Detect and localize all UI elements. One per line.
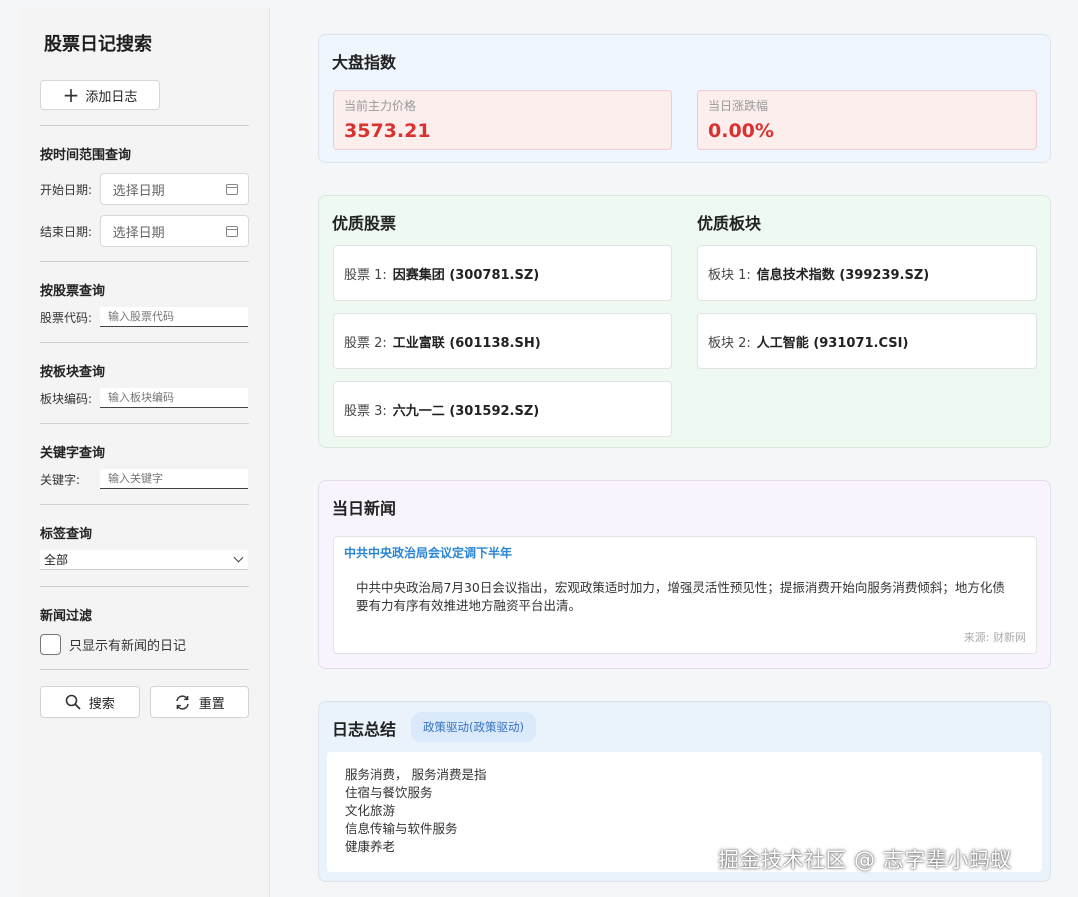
add-journal-button[interactable]: + 添加日志: [40, 80, 160, 110]
sector-item-name: 信息技术指数 (399239.SZ): [756, 267, 930, 283]
news-body: 中共中央政治局7月30日会议指出，宏观政策适时加力，增强灵活性预见性；提振消费开…: [356, 580, 1005, 613]
divider: [40, 669, 249, 670]
start-date-placeholder: 选择日期: [112, 183, 165, 199]
stock-code-input[interactable]: [100, 307, 248, 327]
divider: [40, 342, 249, 343]
summary-line: 住宿与餐饮服务: [345, 785, 433, 800]
tag-select[interactable]: 全部: [40, 550, 248, 570]
quality-stocks-title: 优质股票: [332, 214, 397, 233]
reset-button-label: 重置: [198, 696, 225, 712]
stock-item[interactable]: 股票 2: 工业富联 (601138.SH): [333, 313, 672, 369]
stock-item-name: 因赛集团 (300781.SZ): [392, 267, 540, 283]
tag-section-title: 标签查询: [40, 527, 93, 542]
stock-code-label: 股票代码:: [40, 310, 93, 325]
quality-card: 优质股票 优质板块 股票 1: 因赛集团 (300781.SZ) 股票 2: 工…: [318, 195, 1051, 448]
change-label: 当日涨跌幅: [708, 99, 769, 113]
market-index-title: 大盘指数: [332, 53, 397, 72]
keyword-section-title: 关键字查询: [40, 446, 106, 461]
sidebar: 股票日记搜索 + 添加日志 按时间范围查询 开始日期: 选择日期 结束日期: 选…: [20, 8, 270, 897]
search-button[interactable]: 搜索: [40, 686, 140, 718]
reset-button[interactable]: 重置: [149, 686, 249, 718]
end-date-picker[interactable]: 选择日期: [99, 215, 249, 247]
search-icon: [65, 694, 81, 710]
end-date-placeholder: 选择日期: [112, 225, 165, 241]
stock-item-name: 工业富联 (601138.SH): [392, 335, 541, 351]
summary-tag-badge: 政策驱动(政策驱动): [411, 712, 536, 742]
sector-code-label: 板块编码:: [40, 391, 93, 406]
sector-item-prefix: 板块 1:: [708, 267, 751, 283]
stock-section-title: 按股票查询: [40, 284, 106, 299]
sector-item-name: 人工智能 (931071.CSI): [756, 335, 909, 351]
keyword-label: 关键字:: [40, 472, 81, 487]
market-index-card: 大盘指数 当前主力价格 3573.21 当日涨跌幅 0.00%: [318, 34, 1051, 163]
start-date-picker[interactable]: 选择日期: [99, 173, 249, 205]
stock-item-prefix: 股票 1:: [344, 267, 387, 283]
stock-item-prefix: 股票 3:: [344, 403, 387, 419]
stock-item[interactable]: 股票 1: 因赛集团 (300781.SZ): [333, 245, 672, 301]
stock-code-row: 股票代码:: [40, 307, 249, 327]
start-date-row: 开始日期: 选择日期: [40, 173, 249, 205]
summary-line: 文化旅游: [345, 803, 396, 818]
action-buttons-row: 搜索 重置: [40, 686, 249, 718]
stock-item-prefix: 股票 2:: [344, 335, 387, 351]
news-headline-link[interactable]: 中共中央政治局会议定调下半年: [344, 544, 512, 561]
time-range-section-title: 按时间范围查询: [40, 148, 132, 163]
quality-sectors-title: 优质板块: [697, 214, 762, 233]
stock-item-name: 六九一二 (301592.SZ): [392, 403, 540, 419]
sector-item[interactable]: 板块 2: 人工智能 (931071.CSI): [697, 313, 1037, 369]
sector-code-input[interactable]: [100, 388, 248, 408]
end-date-row: 结束日期: 选择日期: [40, 215, 249, 247]
keyword-input[interactable]: [100, 469, 248, 489]
news-only-label: 只显示有新闻的日记: [69, 639, 187, 654]
divider: [40, 423, 249, 424]
search-button-label: 搜索: [88, 696, 115, 712]
news-filter-section-title: 新闻过滤: [40, 609, 93, 624]
news-only-checkbox[interactable]: [40, 634, 61, 655]
sector-code-row: 板块编码:: [40, 388, 249, 408]
price-value: 3573.21: [344, 120, 431, 142]
news-filter-row[interactable]: 只显示有新闻的日记: [40, 634, 249, 655]
news-item: 中共中央政治局会议定调下半年 中共中央政治局7月30日会议指出，宏观政策适时加力…: [333, 536, 1037, 654]
refresh-icon: [175, 694, 189, 710]
summary-title: 日志总结: [332, 720, 397, 739]
divider: [40, 586, 249, 587]
calendar-icon: [226, 183, 238, 195]
keyword-row: 关键字:: [40, 469, 249, 489]
summary-line: 服务消费， 服务消费是指: [345, 767, 487, 782]
sector-item-prefix: 板块 2:: [708, 335, 751, 351]
divider: [40, 261, 249, 262]
news-card: 当日新闻 中共中央政治局会议定调下半年 中共中央政治局7月30日会议指出，宏观政…: [318, 480, 1051, 669]
watermark: 掘金技术社区 @ 志字辈小蚂蚁: [718, 848, 1012, 872]
sidebar-title: 股票日记搜索: [44, 34, 152, 55]
news-source: 来源: 财新网: [963, 631, 1026, 644]
chevron-down-icon: [233, 552, 244, 563]
stock-item[interactable]: 股票 3: 六九一二 (301592.SZ): [333, 381, 672, 437]
sector-item[interactable]: 板块 1: 信息技术指数 (399239.SZ): [697, 245, 1037, 301]
price-box: 当前主力价格 3573.21: [333, 90, 672, 150]
start-date-label: 开始日期:: [40, 182, 93, 197]
change-value: 0.00%: [708, 120, 774, 142]
tag-select-value: 全部: [44, 553, 69, 567]
change-box: 当日涨跌幅 0.00%: [697, 90, 1037, 150]
divider: [40, 125, 249, 126]
end-date-label: 结束日期:: [40, 224, 93, 239]
price-label: 当前主力价格: [344, 99, 417, 113]
sector-section-title: 按板块查询: [40, 365, 106, 380]
summary-line: 信息传输与软件服务: [345, 821, 458, 836]
divider: [40, 504, 249, 505]
news-section-title: 当日新闻: [332, 499, 397, 518]
plus-icon: +: [62, 83, 80, 107]
calendar-icon: [226, 225, 238, 237]
add-journal-label: 添加日志: [85, 89, 138, 105]
